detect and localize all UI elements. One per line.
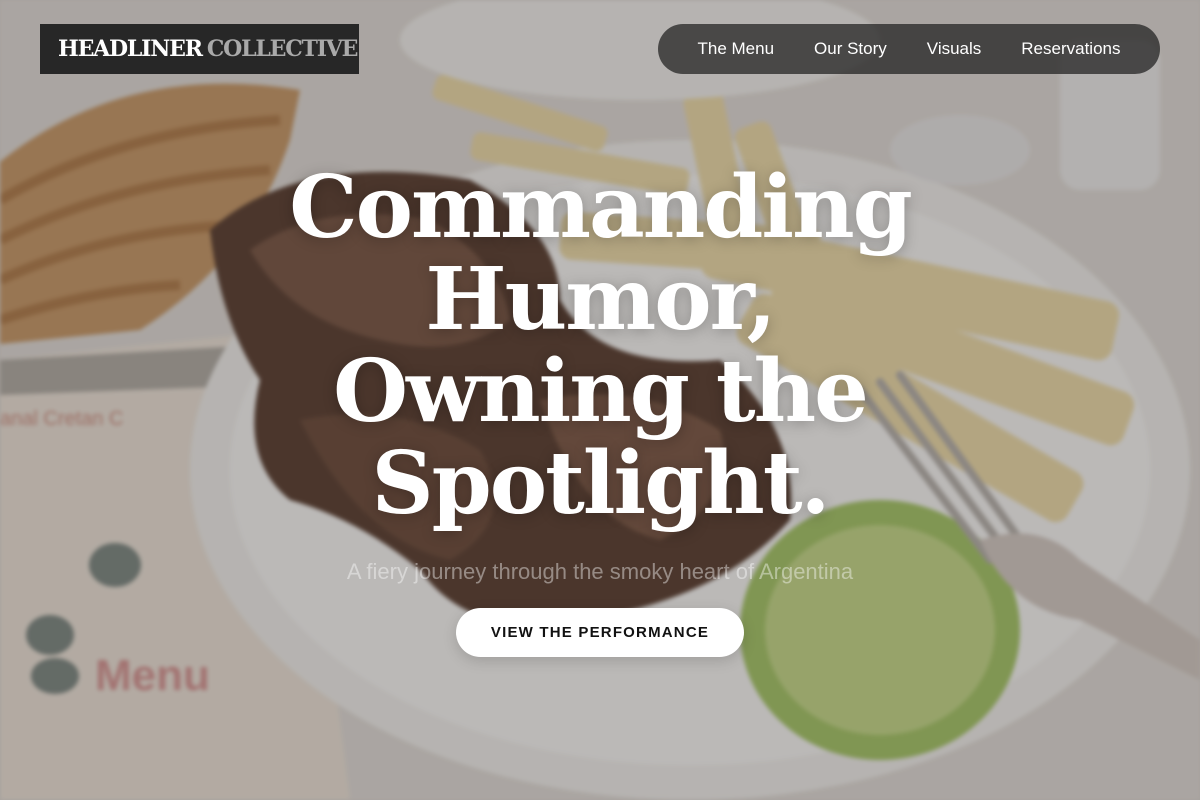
brand-logo[interactable]: HEADLINER COLLECTIVE (40, 24, 359, 74)
hero-headline-line: Commanding (289, 157, 913, 258)
nav-link-visuals[interactable]: Visuals (927, 39, 982, 59)
hero-headline-line: Humor, (425, 249, 776, 350)
brand-secondary-text: COLLECTIVE (206, 36, 359, 62)
brand-primary-text: HEADLINER (58, 36, 203, 62)
nav-link-our-story[interactable]: Our Story (814, 39, 887, 59)
hero-headline-line: Spotlight. (371, 433, 831, 534)
main-navigation: The Menu Our Story Visuals Reservations (658, 24, 1160, 74)
hero-headline: Commanding Humor, Owning the Spotlight. (0, 162, 1200, 530)
nav-link-the-menu[interactable]: The Menu (697, 39, 774, 59)
hero-subtitle: A fiery journey through the smoky heart … (346, 559, 854, 584)
hero-headline-line: Owning the (333, 341, 869, 442)
view-performance-button[interactable]: VIEW THE PERFORMANCE (456, 608, 744, 657)
nav-link-reservations[interactable]: Reservations (1021, 39, 1120, 59)
